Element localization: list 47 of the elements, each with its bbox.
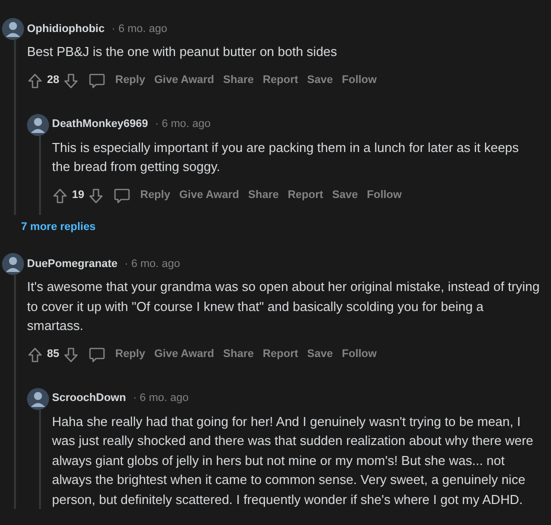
- comment-icon[interactable]: [88, 72, 106, 90]
- comment-body: It's awesome that your grandma was so open about her original mistake, instead of trying to cover it up with "Of course I knew that" and basically scolding you for being a smartass.: [27, 278, 541, 335]
- action-button[interactable]: Share: [223, 346, 254, 363]
- action-button[interactable]: Save: [307, 72, 333, 89]
- comment-author[interactable]: DeathMonkey6969: [52, 116, 148, 133]
- avatar-icon[interactable]: [2, 253, 24, 275]
- more-replies-link[interactable]: 7 more replies: [21, 218, 551, 235]
- action-button[interactable]: Give Award: [154, 346, 214, 363]
- comment-timestamp: · 6 mo. ago: [124, 256, 180, 272]
- action-button[interactable]: Give Award: [154, 72, 214, 89]
- upvote-icon[interactable]: [52, 188, 68, 204]
- comment-body: Haha she really had that going for her! And I genuinely wasn't trying to be mean, I was just really shocked and there was that sudden realization about why there were always giant globs of jelly in hers but not mine or my mom's! But she was... not always the brightest when it came to common sense. Very sweet, a genuinely nice person, but definitely scattered. I frequently wonder if she's where I got my ADHD.: [52, 412, 534, 509]
- action-button[interactable]: Report: [262, 72, 298, 89]
- comment-author[interactable]: ScroochDown: [52, 390, 126, 407]
- avatar-icon[interactable]: [27, 114, 49, 136]
- comment-author[interactable]: DuePomegranate: [27, 256, 118, 272]
- comment-body: This is especially important if you are packing them in a lunch for later as it keeps the bread from getting soggy.: [52, 138, 520, 176]
- action-button[interactable]: Report: [288, 187, 324, 204]
- comment-body: Best PB&J is the one with peanut butter on both sides: [27, 43, 338, 61]
- downvote-icon[interactable]: [88, 188, 104, 204]
- action-button[interactable]: Save: [307, 346, 333, 363]
- comment-author[interactable]: Ophidiophobic: [27, 20, 105, 38]
- action-button[interactable]: Share: [248, 187, 279, 204]
- upvote-icon[interactable]: [27, 72, 43, 88]
- avatar-icon[interactable]: [27, 388, 49, 410]
- comment-timestamp: · 6 mo. ago: [155, 117, 211, 132]
- action-button[interactable]: Report: [262, 346, 298, 363]
- comment-icon[interactable]: [88, 346, 106, 364]
- action-button[interactable]: Share: [223, 72, 254, 89]
- action-button[interactable]: Follow: [342, 346, 377, 363]
- comment-timestamp: · 6 mo. ago: [112, 22, 168, 37]
- action-button[interactable]: Reply: [115, 346, 146, 363]
- action-button[interactable]: Reply: [115, 72, 146, 89]
- comment-timestamp: · 6 mo. ago: [132, 391, 189, 406]
- comment-icon[interactable]: [113, 186, 132, 204]
- action-button[interactable]: Save: [332, 187, 358, 204]
- avatar-icon[interactable]: [2, 18, 24, 40]
- action-button[interactable]: Reply: [140, 187, 170, 204]
- vote-count: 28: [47, 73, 60, 88]
- action-button[interactable]: Give Award: [179, 187, 240, 204]
- vote-count: 85: [47, 347, 60, 362]
- downvote-icon[interactable]: [63, 72, 80, 88]
- downvote-icon[interactable]: [63, 346, 80, 362]
- action-button[interactable]: Follow: [342, 72, 377, 89]
- action-button[interactable]: Follow: [366, 187, 402, 204]
- vote-count: 19: [72, 188, 84, 204]
- upvote-icon[interactable]: [27, 346, 43, 362]
